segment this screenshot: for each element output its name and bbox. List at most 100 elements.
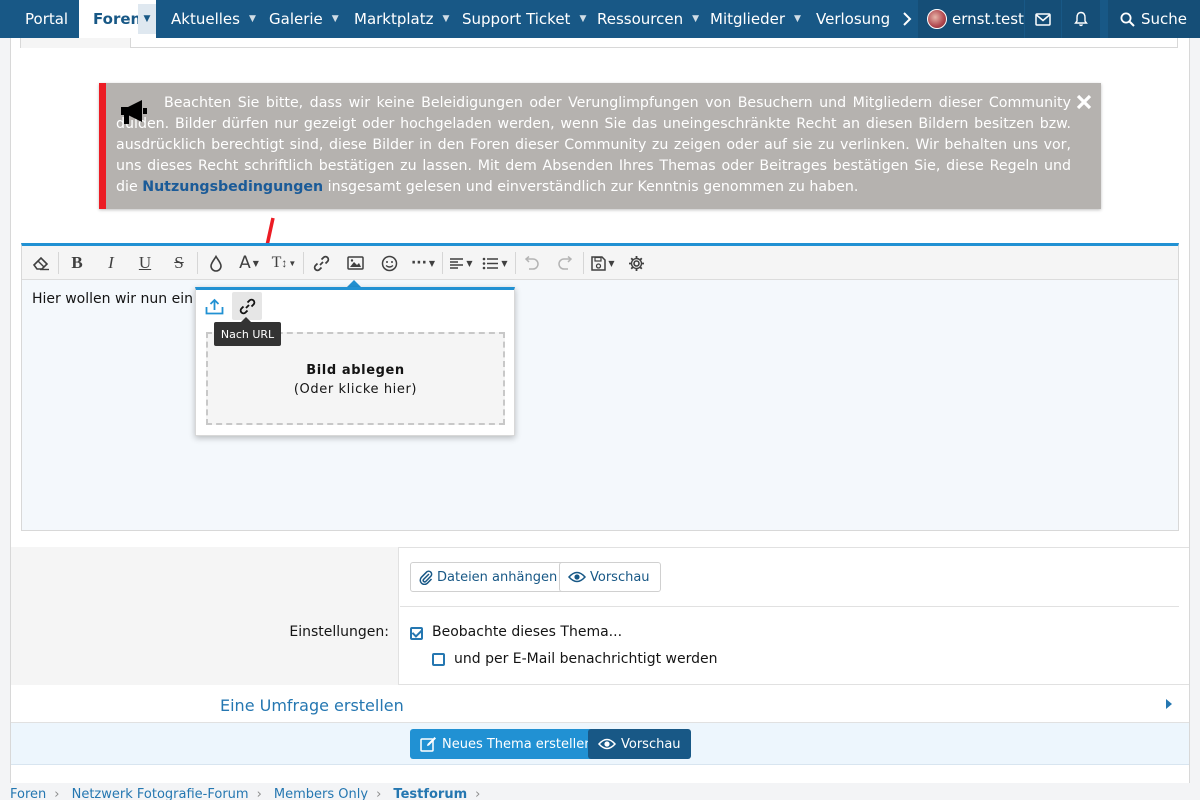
text-color-button[interactable] [203, 246, 229, 280]
watch-thread-label[interactable]: Beobachte dieses Thema... [432, 624, 622, 640]
username: ernst.test [952, 10, 1024, 28]
tooltip: Nach URL [214, 322, 281, 346]
alerts-button[interactable] [1062, 0, 1100, 38]
list-button[interactable]: ▼ [479, 246, 511, 280]
close-icon[interactable] [1076, 94, 1092, 110]
insert-link-button[interactable] [308, 246, 334, 280]
nav-label: Ressourcen [597, 10, 684, 28]
breadcrumb-item[interactable]: Netzwerk Fotografie-Forum [72, 787, 249, 800]
redo-icon [558, 255, 573, 270]
nav-galerie[interactable]: Galerie ▼ [269, 0, 339, 38]
notice-body-end: insgesamt gelesen und einverständlich zu… [327, 179, 859, 195]
toolbar-divider [58, 252, 59, 274]
nav-support-ticket[interactable]: Support Ticket ▼ [462, 0, 586, 38]
breadcrumb-item[interactable]: Members Only [274, 787, 368, 800]
create-poll-link[interactable]: Eine Umfrage erstellen [220, 696, 404, 715]
nav-mitglieder[interactable]: Mitglieder ▼ [710, 0, 801, 38]
caret-right-icon[interactable] [1165, 698, 1173, 710]
preview-button[interactable]: Vorschau [559, 562, 661, 592]
chevron-down-icon: ▼ [579, 14, 587, 24]
nav-portal[interactable]: Portal [25, 0, 68, 38]
save-icon [591, 255, 607, 271]
toolbar-divider [303, 252, 304, 274]
more-options-button[interactable]: ··· ▼ [408, 246, 438, 280]
align-left-icon [450, 257, 464, 269]
insert-smilie-button[interactable] [376, 246, 402, 280]
top-navigation: Portal Foren ▼ Aktuelles ▼ Galerie ▼ Marktp… [0, 0, 1200, 38]
drop-subtitle: (Oder klicke hier) [293, 382, 418, 397]
chevron-down-icon: ▼ [466, 258, 473, 268]
inbox-button[interactable] [1025, 0, 1061, 38]
chevron-down-icon: ▼ [692, 14, 700, 24]
redo-button[interactable] [552, 246, 578, 280]
insert-image-button[interactable] [342, 246, 368, 280]
remove-format-button[interactable] [28, 246, 54, 280]
smiley-icon [381, 255, 397, 271]
row-divider [400, 606, 1179, 607]
font-size-button[interactable]: T ↕ ▼ [268, 246, 300, 280]
editor-content[interactable]: Hier wollen wir nun ein B [32, 291, 207, 307]
nav-label: Foren [93, 10, 142, 28]
paperclip-icon [419, 570, 433, 585]
megaphone-icon [121, 100, 147, 124]
nav-label: Support Ticket [462, 10, 571, 28]
toolbar-divider [197, 252, 198, 274]
chevron-down-icon: ▼ [428, 258, 436, 268]
form-row-label-column [11, 547, 399, 685]
nav-aktuelles[interactable]: Aktuelles ▼ [171, 0, 256, 38]
upload-image-button[interactable] [200, 292, 228, 320]
nav-scroll-right-icon[interactable] [897, 0, 917, 38]
strikethrough-button[interactable]: S [166, 246, 192, 280]
toolbar-divider [515, 252, 516, 274]
submit-preview-label: Vorschau [621, 736, 681, 752]
list-icon [483, 257, 499, 269]
chevron-down-icon: ▼ [794, 14, 801, 24]
chevron-down-icon: ▼ [501, 258, 508, 268]
nav-marktplatz[interactable]: Marktplatz ▼ [354, 0, 449, 38]
nav-label: Galerie [269, 10, 323, 28]
nav-ressourcen[interactable]: Ressourcen ▼ [597, 0, 699, 38]
link-icon [239, 298, 255, 314]
terms-link[interactable]: Nutzungsbedingungen [142, 179, 323, 195]
watch-thread-checkbox[interactable] [410, 627, 423, 640]
breadcrumb: Foren › Netzwerk Fotografie-Forum › Member… [10, 787, 488, 800]
toolbar-divider [442, 252, 443, 274]
user-menu[interactable]: ernst.test [918, 0, 1024, 38]
attach-label: Dateien anhängen [437, 569, 558, 585]
nav-verlosungen[interactable]: Verlosungen [816, 0, 890, 38]
align-button[interactable]: ▼ [446, 246, 476, 280]
drafts-button[interactable]: ▼ [587, 246, 619, 280]
nav-label: Marktplatz [354, 10, 434, 28]
chevron-right-icon: › [54, 787, 60, 800]
email-notify-label[interactable]: und per E-Mail benachrichtigt werden [454, 651, 717, 667]
notice-text: Beachten Sie bitte, dass wir keine Belei… [116, 93, 1089, 198]
nav-label: Aktuelles [171, 10, 240, 28]
bold-button[interactable]: B [64, 246, 90, 280]
gear-icon [628, 255, 644, 271]
envelope-icon [1035, 12, 1051, 26]
font-family-button[interactable]: A ▼ [234, 246, 264, 280]
chevron-down-icon: ▼ [248, 14, 256, 24]
image-by-url-button[interactable] [232, 292, 262, 320]
chevron-down-icon[interactable]: ▼ [138, 4, 156, 34]
search-button[interactable]: Suche [1108, 0, 1200, 38]
underline-button[interactable]: U [132, 246, 158, 280]
drop-title: Bild ablegen [306, 363, 405, 378]
italic-button[interactable]: I [98, 246, 124, 280]
create-thread-button[interactable]: Neues Thema erstellen [410, 729, 603, 759]
breadcrumb-item-current[interactable]: Testforum [393, 787, 467, 800]
nav-forums[interactable]: Foren ▼ [79, 0, 156, 38]
email-notify-checkbox[interactable] [432, 653, 445, 666]
submit-preview-button[interactable]: Vorschau [588, 729, 691, 759]
editor-settings-button[interactable] [623, 246, 649, 280]
breadcrumb-item[interactable]: Foren [10, 787, 46, 800]
title-prefix [21, 38, 131, 48]
droplet-icon [210, 254, 222, 272]
attach-files-button[interactable]: Dateien anhängen [410, 562, 569, 592]
title-input[interactable] [20, 38, 1178, 48]
eraser-icon [32, 256, 49, 271]
undo-button[interactable] [519, 246, 545, 280]
chevron-right-icon: › [475, 787, 481, 800]
poll-toggle-row[interactable] [11, 686, 1189, 723]
chevron-right-icon: › [256, 787, 262, 800]
